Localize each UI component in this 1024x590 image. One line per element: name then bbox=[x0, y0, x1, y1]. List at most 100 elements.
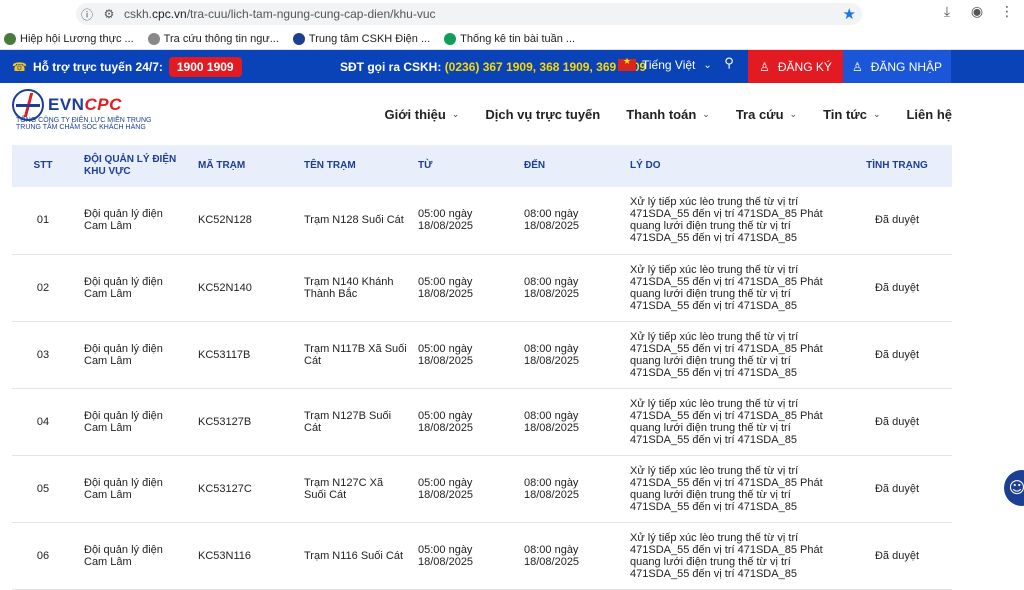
column-header: TÌNH TRẠNG bbox=[866, 160, 928, 171]
table-header-row: STT ĐỘI QUẢN LÝ ĐIỆN KHU VỰC MÃ TRẠM TÊN TR… bbox=[12, 145, 952, 187]
table-cell: Đội quản lý điện Cam Lâm bbox=[84, 275, 163, 300]
vietnam-flag-icon bbox=[618, 57, 636, 71]
table-cell: Đội quản lý điện Cam Lâm bbox=[84, 409, 163, 434]
register-button[interactable]: ♙ ĐĂNG KÝ bbox=[748, 50, 843, 83]
phone-icon: ☎ bbox=[12, 59, 27, 74]
cskh-numbers: (0236) 367 1909, 368 1909, 369 1909 bbox=[444, 60, 647, 74]
bookmark-label: Thống kê tin bài tuần ... bbox=[460, 32, 576, 45]
table-cell: Đã duyệt bbox=[874, 415, 920, 428]
brand-cpc: CPC bbox=[84, 95, 122, 114]
table-row: 04 Đội quản lý điện Cam Lâm KC53127B Trạm N… bbox=[12, 388, 952, 455]
hotline-number[interactable]: 1900 1909 bbox=[168, 56, 242, 77]
table-cell: Trạm N116 Suối Cát bbox=[304, 549, 404, 562]
table-cell: Xử lý tiếp xúc lèo trung thế từ vị trí 4… bbox=[630, 330, 823, 379]
chevron-down-icon: ⌄ bbox=[451, 109, 460, 120]
support-chat-icon[interactable]: ☺ bbox=[1004, 470, 1024, 506]
download-icon[interactable]: ⤓ bbox=[938, 4, 956, 20]
table-cell: 08:00 ngày 18/08/2025 bbox=[524, 476, 580, 501]
table-cell: Trạm N140 Khánh Thành Bắc bbox=[304, 275, 394, 300]
bookmark-star-icon[interactable]: ★ bbox=[843, 5, 856, 23]
column-header: LÝ DO bbox=[630, 160, 661, 171]
table-cell: KC52N140 bbox=[198, 281, 252, 294]
table-cell: 08:00 ngày 18/08/2025 bbox=[524, 409, 580, 434]
table-cell: Đội quản lý điện Cam Lâm bbox=[84, 342, 163, 367]
table-cell: Trạm N128 Suối Cát bbox=[304, 214, 404, 227]
nav-item-label: Thanh toán bbox=[626, 107, 697, 122]
nav-item[interactable]: Tra cứu ⌄ bbox=[736, 107, 797, 122]
logo-text: EVNCPC TỔNG CÔNG TY ĐIỆN LỰC MIỀN TRUNG … bbox=[16, 89, 152, 131]
table-cell: 08:00 ngày 18/08/2025 bbox=[524, 342, 580, 367]
table-cell: 03 bbox=[36, 348, 50, 361]
chevron-down-icon: ⌄ bbox=[872, 109, 881, 120]
table-row: 06 Đội quản lý điện Cam Lâm KC53N116 Trạm N… bbox=[12, 522, 952, 589]
table-cell: Đã duyệt bbox=[874, 348, 920, 361]
column-header: MÃ TRẠM bbox=[198, 160, 246, 171]
user-icon: ♙ bbox=[759, 59, 770, 74]
nav-item[interactable]: Giới thiệu ⌄ bbox=[385, 107, 460, 122]
bookmarks-bar: Hiệp hội Lương thực ... Tra cứu thông tin… bbox=[0, 28, 1024, 50]
hotline: ☎ Hỗ trợ trực tuyến 24/7: 1900 1909 bbox=[0, 56, 242, 77]
logo[interactable]: EVNCPC TỔNG CÔNG TY ĐIỆN LỰC MIỀN TRUNG … bbox=[12, 89, 152, 131]
table-cell: Đội quản lý điện Cam Lâm bbox=[84, 543, 163, 568]
table-cell: Đã duyệt bbox=[874, 549, 920, 562]
table-row: 03 Đội quản lý điện Cam Lâm KC53117B Trạm N… bbox=[12, 321, 952, 388]
login-button[interactable]: ♙ ĐĂNG NHẬP bbox=[843, 50, 951, 83]
table-cell: Đã duyệt bbox=[874, 214, 920, 227]
profile-icon[interactable]: ◉ bbox=[968, 4, 986, 20]
user-icon: ♙ bbox=[851, 59, 863, 74]
table-cell: Đã duyệt bbox=[874, 482, 920, 495]
nav-item[interactable]: Dịch vụ trực tuyến bbox=[485, 107, 600, 122]
table-cell: KC53117B bbox=[198, 348, 251, 361]
table-cell: KC52N128 bbox=[198, 214, 252, 227]
nav-item-label: Giới thiệu bbox=[384, 107, 446, 122]
brand-name: EVNCPC bbox=[48, 95, 152, 115]
table-cell: 06 bbox=[36, 549, 50, 562]
bookmark-favicon-icon bbox=[444, 32, 457, 45]
login-label: ĐĂNG NHẬP bbox=[870, 59, 943, 74]
table-cell: Xử lý tiếp xúc lèo trung thế từ vị trí 4… bbox=[630, 464, 823, 513]
table-cell: 02 bbox=[36, 281, 50, 294]
nav-item[interactable]: Thanh toán ⌄ bbox=[626, 107, 710, 122]
menu-icon[interactable]: ⋮ bbox=[998, 4, 1016, 20]
evn-logo-icon bbox=[12, 89, 44, 121]
table-cell: 04 bbox=[36, 415, 50, 428]
nav-item-label: Tra cứu bbox=[735, 107, 784, 122]
info-icon[interactable]: ⓘ bbox=[76, 6, 98, 23]
language-selector[interactable]: Tiếng Việt ⌄ bbox=[618, 57, 712, 72]
table-cell: 05:00 ngày 18/08/2025 bbox=[418, 208, 474, 233]
table-cell: 08:00 ngày 18/08/2025 bbox=[524, 543, 580, 568]
bookmark-favicon-icon bbox=[292, 32, 305, 45]
table-row: 02 Đội quản lý điện Cam Lâm KC52N140 Trạm N… bbox=[12, 254, 952, 321]
table-cell: KC53127C bbox=[198, 482, 252, 495]
bookmark-item[interactable]: Tra cứu thông tin ngư... bbox=[147, 32, 279, 45]
table-cell: Xử lý tiếp xúc lèo trung thế từ vị trí 4… bbox=[630, 196, 823, 245]
bookmark-item[interactable]: Trung tâm CSKH Điện ... bbox=[292, 32, 431, 45]
language-label: Tiếng Việt bbox=[642, 58, 696, 72]
nav-item[interactable]: Tin tức ⌄ bbox=[823, 107, 880, 122]
cskh-phone: SĐT gọi ra CSKH: (0236) 367 1909, 368 19… bbox=[340, 60, 646, 74]
nav-item[interactable]: Liên hệ bbox=[906, 107, 952, 122]
bookmark-label: Trung tâm CSKH Điện ... bbox=[308, 32, 431, 45]
bookmark-item[interactable]: Thống kê tin bài tuần ... bbox=[444, 32, 576, 45]
table-cell: 05:00 ngày 18/08/2025 bbox=[418, 275, 474, 300]
brand-evn: EVN bbox=[48, 95, 85, 114]
bookmark-label: Hiệp hội Lương thực ... bbox=[20, 32, 134, 45]
chevron-down-icon: ⌄ bbox=[702, 109, 710, 120]
address-url[interactable]: cskh.cpc.vn/tra-cuu/lich-tam-ngung-cung-… bbox=[124, 7, 436, 21]
chevron-down-icon: ⌄ bbox=[789, 109, 798, 120]
url-path: /tra-cuu/lich-tam-ngung-cung-cap-dien/kh… bbox=[186, 7, 436, 21]
cskh-label: SĐT gọi ra CSKH: bbox=[340, 60, 442, 74]
table-cell: Xử lý tiếp xúc lèo trung thế từ vị trí 4… bbox=[630, 397, 823, 446]
hotline-label: Hỗ trợ trực tuyến 24/7: bbox=[32, 59, 163, 74]
url-prefix: cskh. bbox=[124, 7, 153, 21]
table-row: 01 Đội quản lý điện Cam Lâm KC52N128 Trạm N… bbox=[12, 187, 952, 254]
table-cell: Đội quản lý điện Cam Lâm bbox=[84, 476, 163, 501]
search-icon[interactable]: ⚲ bbox=[716, 56, 742, 76]
bookmark-item[interactable]: Hiệp hội Lương thực ... bbox=[4, 32, 134, 45]
browser-toolbar: ⓘ ⚙ cskh.cpc.vn/tra-cuu/lich-tam-ngung-c… bbox=[0, 0, 1024, 28]
table-cell: Xử lý tiếp xúc lèo trung thế từ vị trí 4… bbox=[630, 263, 823, 312]
table-cell: Đã duyệt bbox=[874, 281, 920, 294]
address-bar[interactable]: ⓘ ⚙ cskh.cpc.vn/tra-cuu/lich-tam-ngung-c… bbox=[76, 3, 862, 25]
browser-actions: ⤓ ◉ ⋮ bbox=[938, 4, 1024, 20]
site-settings-icon[interactable]: ⚙ bbox=[98, 7, 120, 21]
